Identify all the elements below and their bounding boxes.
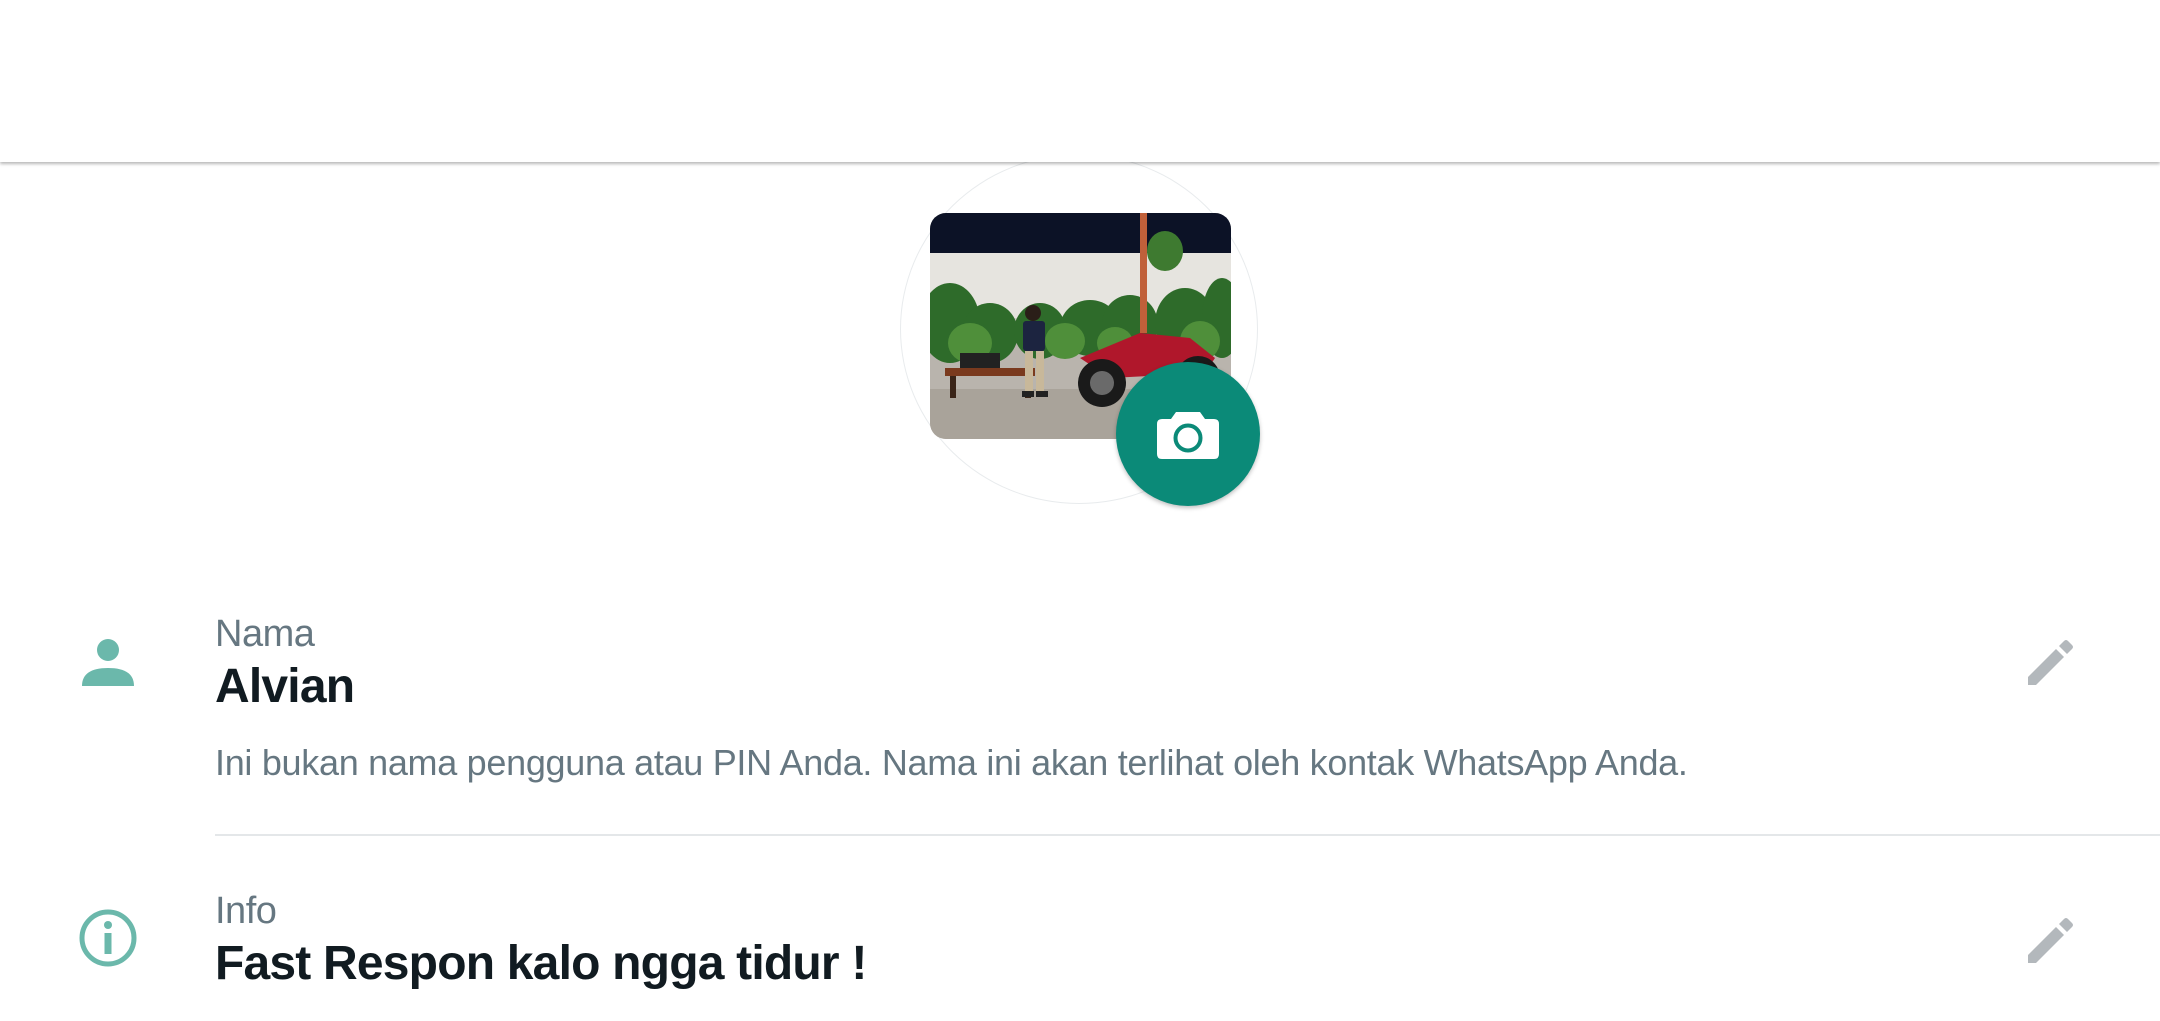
- change-photo-button[interactable]: [1116, 362, 1260, 506]
- camera-icon: [1157, 412, 1219, 459]
- info-icon: [76, 906, 140, 970]
- person-icon: [76, 630, 140, 694]
- row-divider: [215, 834, 2160, 836]
- edit-info-pencil-icon[interactable]: [2021, 910, 2081, 970]
- name-label: Nama: [215, 613, 315, 655]
- edit-name-pencil-icon[interactable]: [2021, 632, 2081, 692]
- name-value: Alvian: [215, 660, 355, 713]
- info-value: Fast Respon kalo ngga tidur !: [215, 937, 867, 990]
- info-label: Info: [215, 890, 277, 932]
- name-hint: Ini bukan nama pengguna atau PIN Anda. N…: [215, 742, 1688, 783]
- app-top-bar: [0, 0, 2160, 162]
